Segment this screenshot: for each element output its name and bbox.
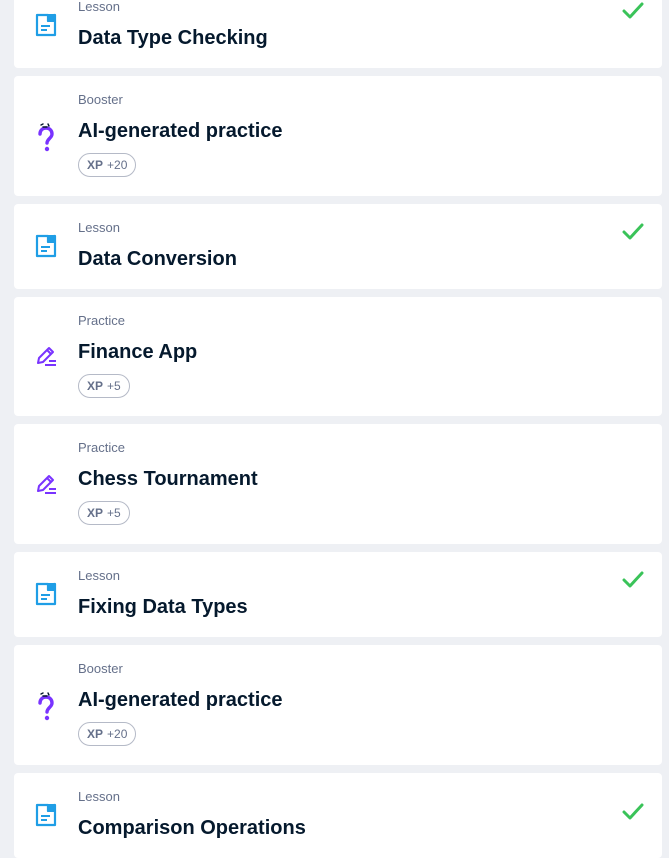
xp-points: +5	[107, 506, 121, 520]
item-type-label: Lesson	[78, 220, 120, 235]
course-item-ai-practice[interactable]: Booster AI-generated practice XP +20	[14, 76, 662, 196]
xp-label: XP	[87, 158, 104, 172]
xp-label: XP	[87, 727, 104, 741]
question-mark-icon	[34, 692, 58, 721]
xp-points: +5	[107, 379, 121, 393]
xp-label: XP	[87, 506, 104, 520]
item-type-label: Lesson	[78, 568, 120, 583]
xp-badge: XP +20	[78, 722, 137, 746]
lesson-document-icon	[34, 12, 58, 38]
xp-badge: XP +5	[78, 374, 130, 398]
course-item-chess-tournament[interactable]: Practice Chess Tournament XP +5	[14, 424, 662, 544]
lesson-document-icon	[34, 581, 58, 607]
completed-check-icon	[621, 222, 645, 242]
item-type-label: Practice	[78, 440, 125, 455]
lesson-document-icon	[34, 233, 58, 259]
completed-check-icon	[621, 1, 645, 21]
item-type-label: Booster	[78, 92, 123, 107]
course-item-fixing-data-types[interactable]: Lesson Fixing Data Types	[14, 552, 662, 637]
item-title: Fixing Data Types	[78, 596, 248, 618]
xp-badge: XP +20	[78, 153, 137, 177]
completed-check-icon	[621, 802, 645, 822]
item-type-label: Lesson	[78, 0, 120, 14]
xp-points: +20	[107, 158, 128, 172]
pencil-icon	[34, 343, 58, 369]
item-title: AI-generated practice	[78, 689, 283, 711]
item-type-label: Lesson	[78, 789, 120, 804]
xp-label: XP	[87, 379, 104, 393]
completed-check-icon	[621, 570, 645, 590]
lesson-document-icon	[34, 802, 58, 828]
course-item-comparison-operations[interactable]: Lesson Comparison Operations	[14, 773, 662, 858]
course-item-finance-app[interactable]: Practice Finance App XP +5	[14, 297, 662, 416]
item-type-label: Practice	[78, 313, 125, 328]
item-title: Data Type Checking	[78, 27, 268, 49]
course-item-data-conversion[interactable]: Lesson Data Conversion	[14, 204, 662, 289]
question-mark-icon	[34, 123, 58, 152]
xp-points: +20	[107, 727, 128, 741]
item-title: AI-generated practice	[78, 120, 283, 142]
course-item-ai-practice[interactable]: Booster AI-generated practice XP +20	[14, 645, 662, 765]
item-title: Finance App	[78, 341, 198, 363]
pencil-icon	[34, 471, 58, 497]
item-title: Comparison Operations	[78, 817, 306, 839]
item-title: Data Conversion	[78, 248, 237, 270]
xp-badge: XP +5	[78, 501, 130, 525]
item-title: Chess Tournament	[78, 468, 258, 490]
item-type-label: Booster	[78, 661, 123, 676]
course-item-data-type-checking[interactable]: Lesson Data Type Checking	[14, 0, 662, 68]
